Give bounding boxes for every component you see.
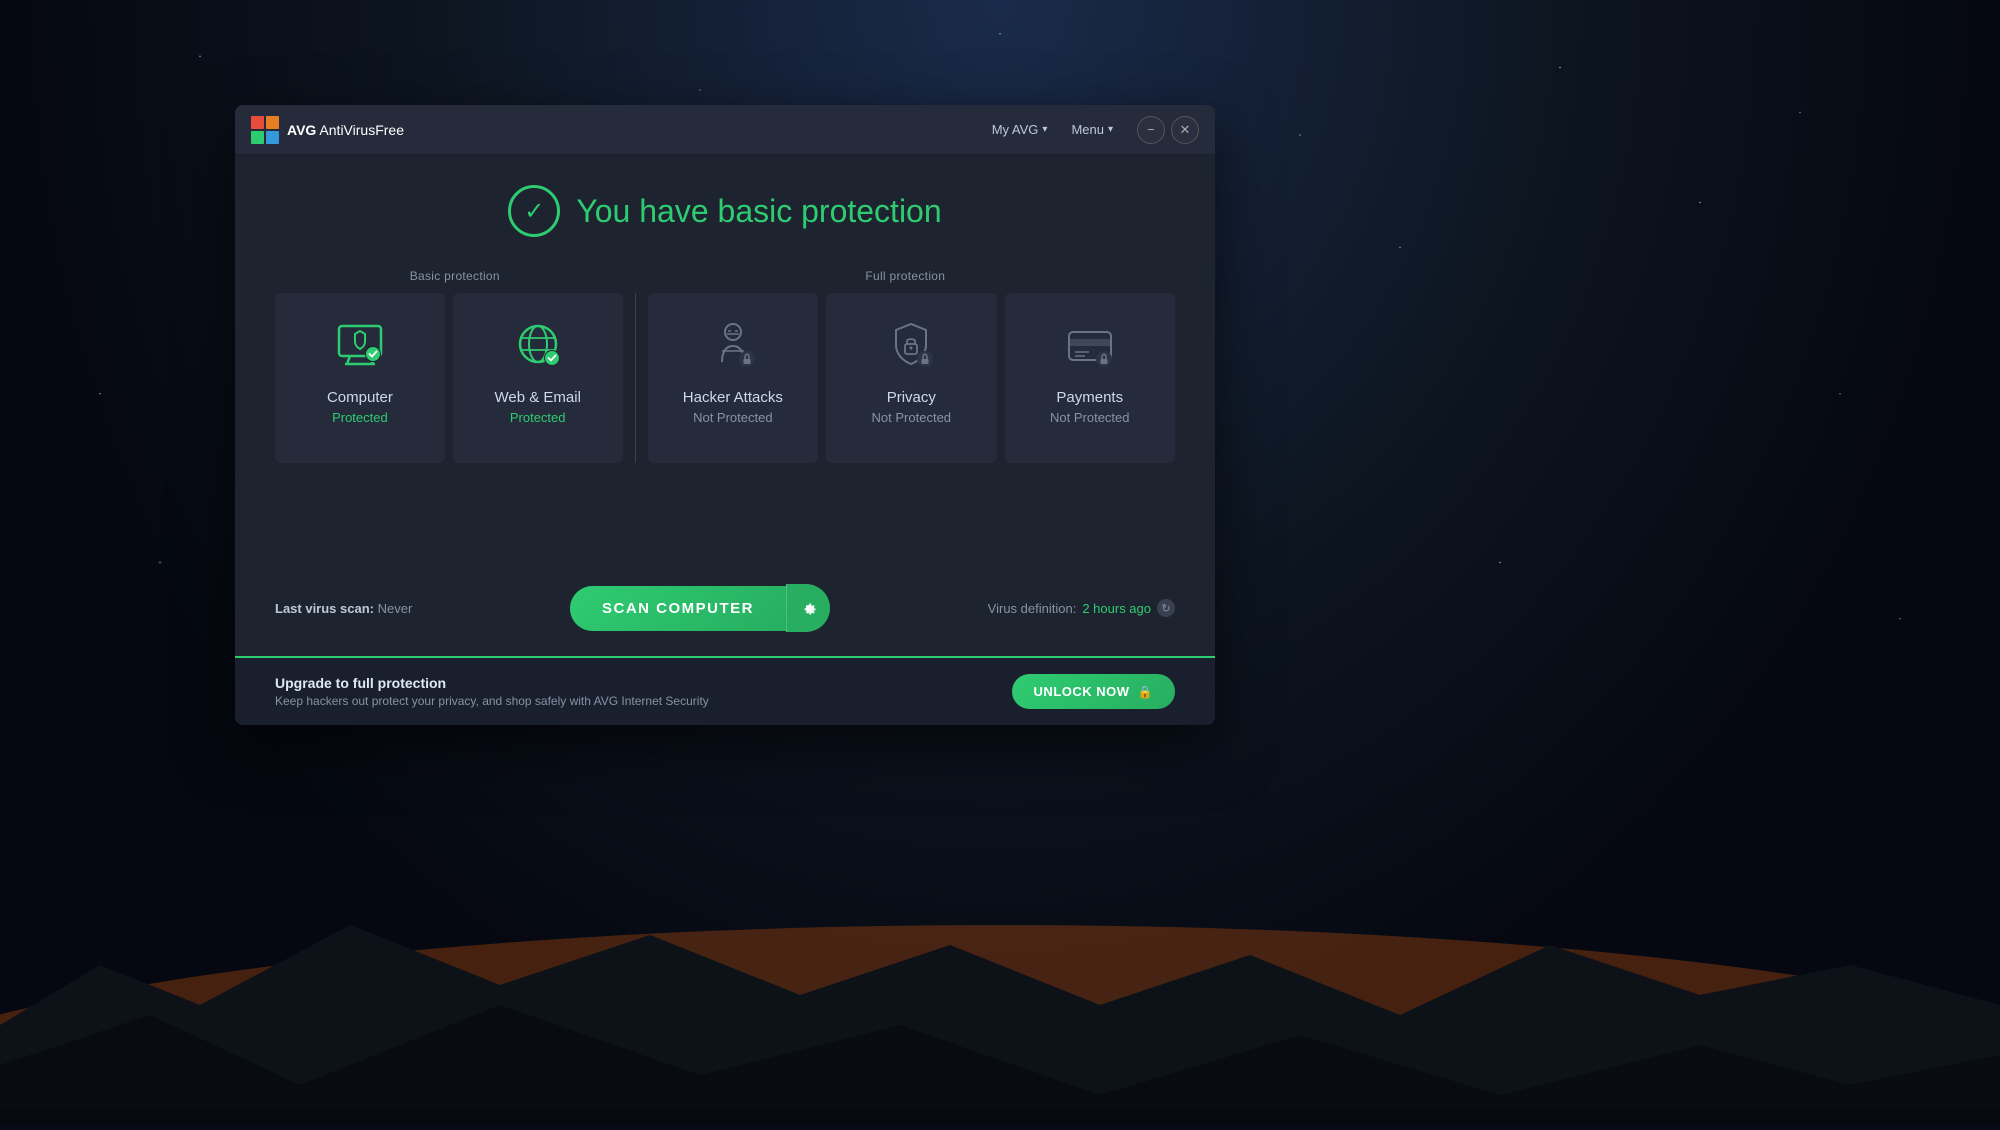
mountains-bg <box>0 845 2000 1125</box>
web-email-protection-card[interactable]: Web & Email Protected <box>453 293 623 463</box>
payments-icon-wrap <box>1058 313 1122 377</box>
my-avg-button[interactable]: My AVG ▾ <box>984 118 1056 141</box>
upgrade-title: Upgrade to full protection <box>275 675 709 691</box>
hacker-attacks-protection-card[interactable]: Hacker Attacks Not Protected <box>648 293 818 463</box>
bottom-bar: Last virus scan: Never SCAN COMPUTER Vir… <box>275 584 1175 632</box>
upgrade-bar: Upgrade to full protection Keep hackers … <box>235 656 1215 725</box>
hacker-attacks-icon-wrap <box>701 313 765 377</box>
web-email-card-name: Web & Email <box>494 389 580 406</box>
my-avg-chevron-icon: ▾ <box>1042 124 1047 135</box>
web-email-card-status: Protected <box>510 410 566 425</box>
privacy-card-name: Privacy <box>887 389 936 406</box>
title-bar-controls: My AVG ▾ Menu ▾ − ✕ <box>984 116 1199 144</box>
title-bar: AVG AntiVirusFree My AVG ▾ Menu ▾ − ✕ <box>235 105 1215 155</box>
virus-def-time: 2 hours ago <box>1082 601 1151 616</box>
privacy-card-status: Not Protected <box>872 410 952 425</box>
computer-icon-wrap <box>328 313 392 377</box>
scan-button-group: SCAN COMPUTER <box>570 584 830 632</box>
privacy-lock-icon <box>882 316 940 374</box>
window-controls: − ✕ <box>1137 116 1199 144</box>
web-email-globe-icon <box>509 316 567 374</box>
scan-settings-button[interactable] <box>786 584 830 632</box>
unlock-now-button[interactable]: UNLOCK NOW 🔒 <box>1012 674 1175 709</box>
full-cards-row: Hacker Attacks Not Protected <box>636 293 1175 463</box>
privacy-icon-wrap <box>879 313 943 377</box>
privacy-protection-card[interactable]: Privacy Not Protected <box>826 293 996 463</box>
main-content: ✓ You have basic protection Basic protec… <box>235 155 1215 656</box>
menu-chevron-icon: ▾ <box>1108 124 1113 135</box>
menu-button[interactable]: Menu ▾ <box>1063 118 1121 141</box>
payments-protection-card[interactable]: Payments Not Protected <box>1005 293 1175 463</box>
virus-definition-info: Virus definition: 2 hours ago ↻ <box>988 599 1175 617</box>
basic-cards-row: Computer Protected <box>275 293 635 463</box>
status-header: ✓ You have basic protection <box>508 185 941 237</box>
full-section-label: Full protection <box>636 269 1175 283</box>
web-email-icon-wrap <box>506 313 570 377</box>
computer-card-status: Protected <box>332 410 388 425</box>
hacker-attacks-card-status: Not Protected <box>693 410 773 425</box>
hacker-attacks-icon <box>704 316 762 374</box>
scan-info: Last virus scan: Never <box>275 601 412 616</box>
close-button[interactable]: ✕ <box>1171 116 1199 144</box>
gear-icon <box>800 599 818 617</box>
full-protection-section: Full protection <box>636 269 1175 463</box>
avg-logo-icon <box>251 116 279 144</box>
payments-card-name: Payments <box>1056 389 1123 406</box>
status-checkmark-icon: ✓ <box>524 197 544 226</box>
payments-card-icon <box>1061 316 1119 374</box>
payments-card-status: Not Protected <box>1050 410 1130 425</box>
status-circle: ✓ <box>508 185 560 237</box>
protection-sections: Basic protection <box>275 269 1175 463</box>
computer-card-name: Computer <box>327 389 393 406</box>
app-title: AVG AntiVirusFree <box>287 122 404 138</box>
app-logo: AVG AntiVirusFree <box>251 116 404 144</box>
hacker-attacks-card-name: Hacker Attacks <box>683 389 783 406</box>
app-window: AVG AntiVirusFree My AVG ▾ Menu ▾ − ✕ ✓ <box>235 105 1215 725</box>
status-message: You have basic protection <box>576 193 941 230</box>
minimize-button[interactable]: − <box>1137 116 1165 144</box>
scan-computer-button[interactable]: SCAN COMPUTER <box>570 586 786 631</box>
computer-protection-card[interactable]: Computer Protected <box>275 293 445 463</box>
upgrade-text: Upgrade to full protection Keep hackers … <box>275 675 709 708</box>
lock-icon: 🔒 <box>1138 685 1153 699</box>
refresh-icon[interactable]: ↻ <box>1157 599 1175 617</box>
upgrade-description: Keep hackers out protect your privacy, a… <box>275 694 709 708</box>
basic-protection-section: Basic protection <box>275 269 635 463</box>
basic-section-label: Basic protection <box>275 269 635 283</box>
computer-shield-icon <box>331 316 389 374</box>
